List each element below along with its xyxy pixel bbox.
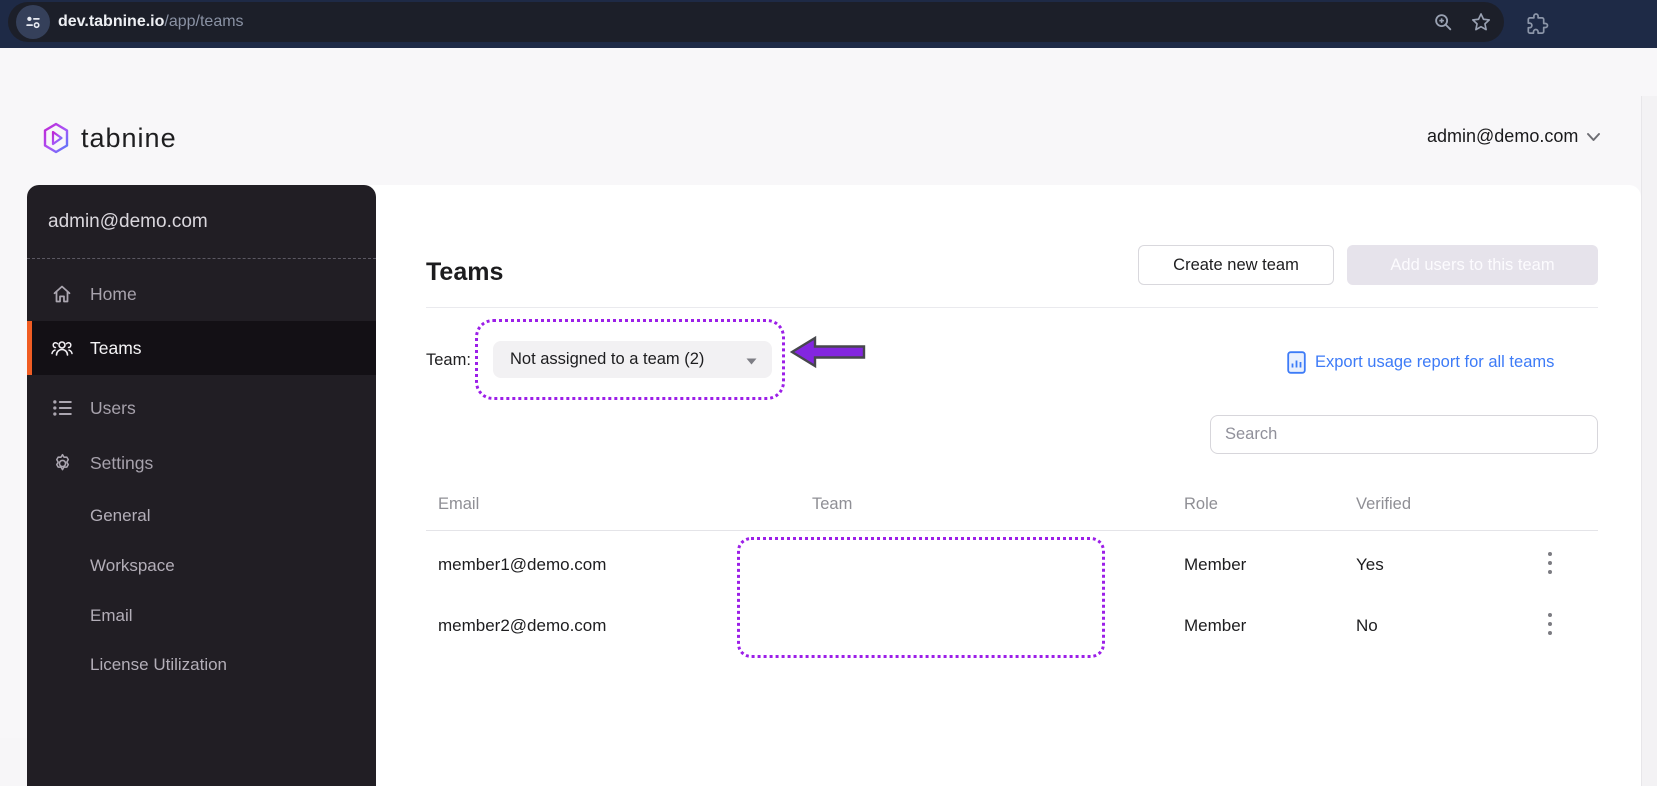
sliders-icon [26,16,40,29]
create-new-team-button[interactable]: Create new team [1138,245,1334,285]
account-email: admin@demo.com [1427,126,1579,146]
sidebar-item-settings[interactable]: Settings [27,436,376,490]
star-icon[interactable] [1470,11,1492,33]
chevron-down-icon [1587,132,1601,141]
cell-verified: Yes [1356,555,1384,574]
tabnine-hexagon-icon [43,122,69,154]
sidebar: admin@demo.com Home Teams Users Settings… [27,185,376,786]
list-icon [50,396,74,420]
sidebar-item-users[interactable]: Users [27,381,376,435]
sidebar-item-home[interactable]: Home [27,267,376,321]
team-filter-label: Team: [426,351,471,369]
team-filter-dropdown[interactable]: Not assigned to a team (2) [493,341,772,378]
sidebar-subitem-general[interactable]: General [90,506,150,526]
cell-role: Member [1184,555,1247,574]
cell-email: member2@demo.com [438,616,607,635]
url-path: /app/teams [164,13,244,30]
sidebar-item-label: Users [90,397,136,418]
page-background: tabnine admin@demo.com admin@demo.com Ho… [0,48,1657,786]
table-header-divider [426,530,1598,531]
cell-role: Member [1184,616,1247,635]
sidebar-item-label: Teams [90,337,142,358]
sidebar-subitem-license-utilization[interactable]: License Utilization [90,655,227,675]
zoom-in-icon[interactable] [1432,11,1454,33]
account-menu[interactable]: admin@demo.com [1427,126,1601,147]
team-filter-value: Not assigned to a team (2) [510,350,705,368]
sidebar-account: admin@demo.com [48,211,208,232]
people-icon [50,336,74,360]
sidebar-item-label: Home [90,283,137,304]
home-icon [50,282,74,306]
column-header-role: Role [1184,495,1218,513]
tabnine-logo: tabnine [42,122,177,154]
scrollbar-gutter[interactable] [1641,96,1657,786]
gear-icon [50,451,74,475]
browser-topbar: dev.tabnine.io/app/teams [0,0,1657,48]
section-divider [426,307,1598,308]
sidebar-item-teams[interactable]: Teams [27,321,376,375]
sidebar-subitem-email[interactable]: Email [90,606,133,626]
column-header-team: Team [812,495,853,513]
page-title: Teams [426,258,504,286]
row-actions-kebab-icon[interactable] [1538,550,1562,578]
export-usage-report-link[interactable]: Export usage report for all teams [1287,351,1554,374]
column-header-email: Email [438,495,480,513]
sidebar-subitem-workspace[interactable]: Workspace [90,556,175,576]
cell-email: member1@demo.com [438,555,607,574]
active-indicator [27,321,32,375]
sidebar-divider [27,258,376,259]
cell-verified: No [1356,616,1378,635]
document-chart-icon [1287,351,1306,374]
puzzle-icon[interactable] [1526,12,1550,36]
row-actions-kebab-icon[interactable] [1538,611,1562,639]
column-header-verified: Verified [1356,495,1412,513]
url-host: dev.tabnine.io [58,13,165,30]
dropdown-caret-icon [746,358,757,365]
sidebar-item-label: Settings [90,452,154,473]
export-link-text: Export usage report for all teams [1315,353,1555,371]
add-users-button[interactable]: Add users to this team [1347,245,1598,285]
url-text[interactable]: dev.tabnine.io/app/teams [58,2,244,42]
url-bar[interactable]: dev.tabnine.io/app/teams [8,2,1504,42]
logo-text: tabnine [81,122,177,153]
search-input[interactable] [1210,415,1598,454]
site-settings-badge[interactable] [16,5,50,39]
screen: dev.tabnine.io/app/teams tabnine admin@d… [0,0,1657,786]
